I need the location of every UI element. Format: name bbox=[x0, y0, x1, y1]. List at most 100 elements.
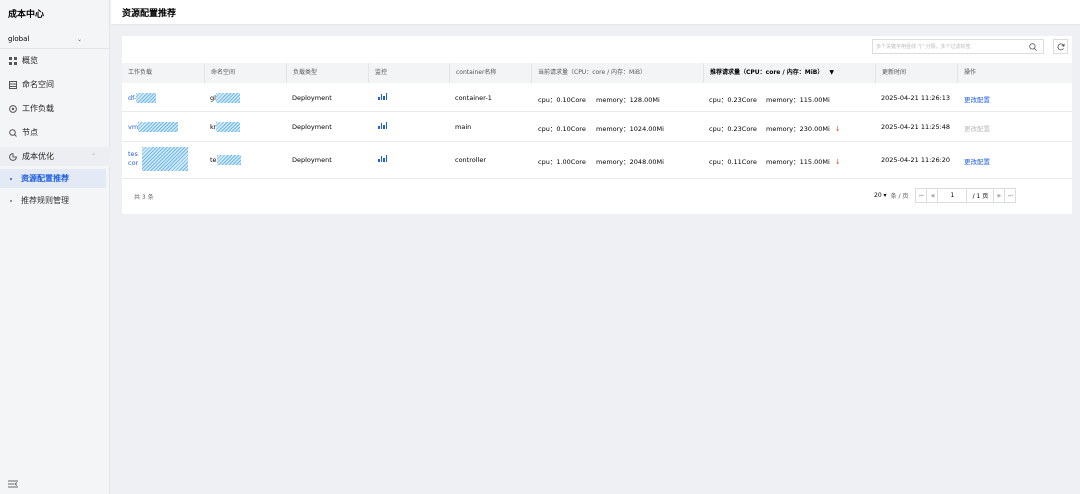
sidebar: 成本中心 global ⌄ 概览 命名空间 工作负载 节点 成本优化 ⌃ 资源配… bbox=[0, 0, 110, 494]
workload-link[interactable]: tes cor bbox=[128, 150, 138, 168]
sidebar-divider bbox=[0, 48, 110, 49]
sidebar-item-label: 成本优化 bbox=[22, 152, 54, 161]
workload-link[interactable]: vm bbox=[128, 122, 179, 132]
sidebar-item-node[interactable]: 节点 bbox=[0, 123, 110, 142]
cluster-select[interactable]: global ⌄ bbox=[8, 33, 82, 45]
grid-icon bbox=[8, 56, 17, 65]
column-header-monitor: 监控 bbox=[368, 63, 449, 83]
namespace-icon bbox=[8, 80, 17, 89]
filter-icon[interactable]: ▼ bbox=[829, 63, 834, 83]
update-time: 2025-04-21 11:25:48 bbox=[881, 123, 951, 131]
redacted-mask bbox=[216, 122, 241, 132]
change-config-link[interactable]: 更改配置 bbox=[964, 94, 990, 104]
recommended-cpu: cpu：0.23Core bbox=[709, 96, 757, 104]
redacted-mask bbox=[216, 155, 241, 165]
type-cell: Deployment bbox=[292, 123, 332, 131]
sidebar-item-label: 节点 bbox=[22, 128, 38, 137]
total-pages: / 1 页 bbox=[966, 188, 995, 203]
sidebar-item-label: 命名空间 bbox=[22, 80, 54, 89]
type-cell: Deployment bbox=[292, 94, 332, 102]
table-row: tes cor te Deployment controller cpu：1.0… bbox=[122, 142, 1072, 179]
last-page-button[interactable]: ⏭ bbox=[1004, 188, 1017, 203]
redacted-mask bbox=[138, 122, 179, 132]
current-memory: memory：1024.00Mi bbox=[596, 125, 664, 133]
container-cell: main bbox=[455, 123, 472, 131]
current-cpu: cpu：1.00Core bbox=[538, 158, 586, 166]
table-row: df- gl Deployment container-1 cpu：0.10Co… bbox=[122, 83, 1072, 112]
namespace-cell: gl bbox=[210, 93, 240, 103]
change-config-link[interactable]: 更改配置 bbox=[964, 156, 990, 166]
per-page-label: 条 / 页 bbox=[890, 193, 909, 200]
search-input[interactable]: 多个关键字用竖线 "|" 分隔，多个过滤标签 bbox=[872, 39, 1044, 54]
current-memory: memory：2048.00Mi bbox=[596, 158, 664, 166]
container-cell: controller bbox=[455, 156, 487, 164]
redacted-mask bbox=[215, 93, 240, 103]
sidebar-item-namespace[interactable]: 命名空间 bbox=[0, 75, 110, 94]
node-icon bbox=[8, 128, 17, 137]
recommended-cpu: cpu：0.11Core bbox=[709, 158, 757, 166]
page-size-select[interactable]: 20 ▾ bbox=[874, 192, 887, 199]
main-card: 多个关键字用竖线 "|" 分隔，多个过滤标签 工作负载 命名空间 负载类型 监控… bbox=[122, 36, 1072, 214]
app-title: 成本中心 bbox=[8, 10, 45, 20]
recommended-memory: memory：230.00Mi ↓ bbox=[766, 125, 841, 133]
redacted-mask bbox=[136, 93, 157, 103]
chevron-up-icon: ⌃ bbox=[90, 153, 96, 160]
column-header-recommended-request[interactable]: 推荐请求量（CPU：core / 内存：MiB） ▼ bbox=[703, 63, 875, 83]
search-placeholder: 多个关键字用竖线 "|" 分隔，多个过滤标签 bbox=[876, 44, 971, 50]
change-config-link: 更改配置 bbox=[964, 125, 990, 133]
column-header-namespace: 命名空间 bbox=[204, 63, 286, 83]
namespace-cell: te bbox=[210, 155, 241, 165]
table-header: 工作负载 命名空间 负载类型 监控 container名称 当前请求量（CPU：… bbox=[122, 63, 1072, 83]
column-header-label: 推荐请求量（CPU：core / 内存：MiB） bbox=[710, 69, 824, 76]
refresh-button[interactable] bbox=[1053, 39, 1068, 54]
decrease-arrow-icon: ↓ bbox=[834, 125, 841, 133]
cost-icon bbox=[8, 152, 17, 161]
decrease-arrow-icon: ↓ bbox=[834, 158, 841, 166]
column-header-type: 负载类型 bbox=[286, 63, 368, 83]
sidebar-group-cost-optimization[interactable]: 成本优化 ⌃ bbox=[0, 147, 110, 166]
chevron-down-icon: ⌄ bbox=[76, 35, 82, 43]
sidebar-item-label: 推荐规则管理 bbox=[21, 196, 69, 205]
sidebar-item-label: 资源配置推荐 bbox=[21, 174, 69, 183]
table-row: vm kr Deployment main cpu：0.10Core memor… bbox=[122, 112, 1072, 142]
bullet-icon bbox=[10, 177, 12, 180]
redacted-mask bbox=[142, 147, 188, 171]
collapse-icon[interactable] bbox=[8, 480, 18, 490]
pagination: 20 ▾ 条 / 页 ⏮ ◀ 1 / 1 页 ▶ ⏭ bbox=[874, 188, 1017, 203]
sidebar-item-workload[interactable]: 工作负载 bbox=[0, 99, 110, 118]
sidebar-item-label: 工作负载 bbox=[22, 104, 54, 113]
sidebar-item-resource-recommendation[interactable]: 资源配置推荐 bbox=[0, 169, 106, 188]
column-header-actions: 操作 bbox=[957, 63, 1072, 83]
bar-chart-icon[interactable] bbox=[378, 155, 387, 164]
column-header-container: container名称 bbox=[449, 63, 531, 83]
current-cpu: cpu：0.10Core bbox=[538, 125, 586, 133]
sidebar-item-overview[interactable]: 概览 bbox=[0, 51, 110, 70]
update-time: 2025-04-21 11:26:20 bbox=[881, 156, 951, 164]
sidebar-item-label: 概览 bbox=[22, 56, 38, 65]
namespace-cell: kr bbox=[210, 122, 241, 132]
column-header-workload: 工作负载 bbox=[128, 69, 153, 76]
container-cell: container-1 bbox=[455, 94, 492, 102]
cluster-select-value: global bbox=[8, 35, 30, 43]
page-header: 资源配置推荐 bbox=[111, 0, 1080, 25]
recommended-memory: memory：115.00Mi ↓ bbox=[766, 158, 841, 166]
sidebar-item-rule-management[interactable]: 推荐规则管理 bbox=[0, 191, 106, 210]
column-header-current-request: 当前请求量（CPU：core / 内存：MiB） bbox=[531, 63, 703, 83]
update-time: 2025-04-21 11:26:13 bbox=[881, 94, 951, 102]
bar-chart-icon[interactable] bbox=[378, 122, 387, 131]
bullet-icon bbox=[10, 199, 12, 202]
search-icon[interactable] bbox=[1029, 43, 1037, 51]
workload-icon bbox=[8, 104, 17, 113]
page-title: 资源配置推荐 bbox=[122, 9, 177, 19]
total-count: 共 3 条 bbox=[134, 194, 154, 201]
refresh-icon bbox=[1057, 42, 1065, 50]
recommended-cpu: cpu：0.23Core bbox=[709, 125, 757, 133]
column-header-update-time: 更新时间 bbox=[875, 63, 957, 83]
workload-link[interactable]: df- bbox=[128, 93, 157, 103]
type-cell: Deployment bbox=[292, 156, 332, 164]
recommended-memory: memory：115.00Mi bbox=[766, 96, 830, 104]
bar-chart-icon[interactable] bbox=[378, 93, 387, 102]
page-number-input[interactable]: 1 bbox=[937, 188, 968, 203]
current-memory: memory：128.00Mi bbox=[596, 96, 660, 104]
current-cpu: cpu：0.10Core bbox=[538, 96, 586, 104]
